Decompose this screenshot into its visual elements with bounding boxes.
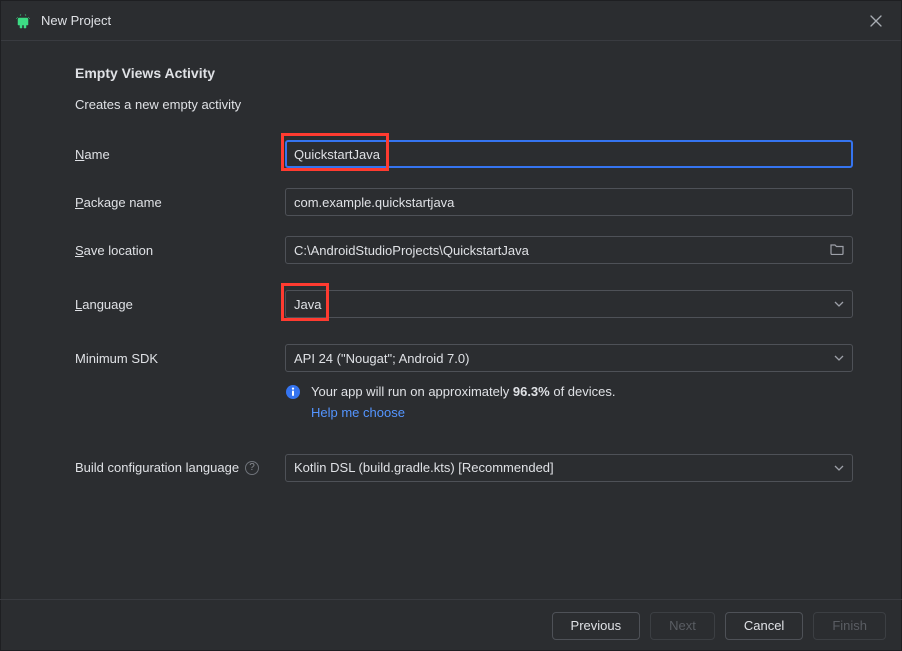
chevron-down-icon	[834, 463, 844, 473]
label-package: Package name	[75, 195, 285, 210]
page-subtitle: Creates a new empty activity	[75, 97, 853, 112]
dialog-footer: Previous Next Cancel Finish	[0, 599, 902, 651]
help-me-choose-link[interactable]: Help me choose	[311, 405, 405, 420]
window-title: New Project	[41, 13, 865, 28]
row-language: Language Java	[75, 290, 853, 318]
label-build-lang: Build configuration language ?	[75, 460, 285, 475]
next-button: Next	[650, 612, 715, 640]
app-icon	[15, 13, 31, 29]
titlebar: New Project	[1, 1, 901, 41]
row-name: Name	[75, 140, 853, 168]
row-package: Package name	[75, 188, 853, 216]
page-heading: Empty Views Activity	[75, 65, 853, 81]
label-save-location: Save location	[75, 243, 285, 258]
chevron-down-icon	[834, 353, 844, 363]
cancel-button[interactable]: Cancel	[725, 612, 803, 640]
row-minimum-sdk: Minimum SDK API 24 ("Nougat"; Android 7.…	[75, 344, 853, 372]
close-icon[interactable]	[865, 10, 887, 32]
browse-folder-icon[interactable]	[830, 243, 844, 258]
chevron-down-icon	[834, 299, 844, 309]
label-minimum-sdk: Minimum SDK	[75, 351, 285, 366]
hint-text: Your app will run on approximately 96.3%…	[311, 382, 616, 424]
language-select[interactable]: Java	[285, 290, 853, 318]
minimum-sdk-hint: Your app will run on approximately 96.3%…	[285, 382, 853, 424]
label-name: Name	[75, 147, 285, 162]
name-input[interactable]	[285, 140, 853, 168]
finish-button: Finish	[813, 612, 886, 640]
help-icon[interactable]: ?	[245, 461, 259, 475]
info-icon	[285, 384, 301, 400]
previous-button[interactable]: Previous	[552, 612, 641, 640]
minimum-sdk-select[interactable]: API 24 ("Nougat"; Android 7.0)	[285, 344, 853, 372]
label-language: Language	[75, 297, 285, 312]
build-lang-select[interactable]: Kotlin DSL (build.gradle.kts) [Recommend…	[285, 454, 853, 482]
dialog-content: Empty Views Activity Creates a new empty…	[1, 41, 901, 482]
row-save-location: Save location	[75, 236, 853, 264]
save-location-input[interactable]	[294, 243, 824, 258]
row-build-lang: Build configuration language ? Kotlin DS…	[75, 454, 853, 482]
package-input[interactable]	[285, 188, 853, 216]
